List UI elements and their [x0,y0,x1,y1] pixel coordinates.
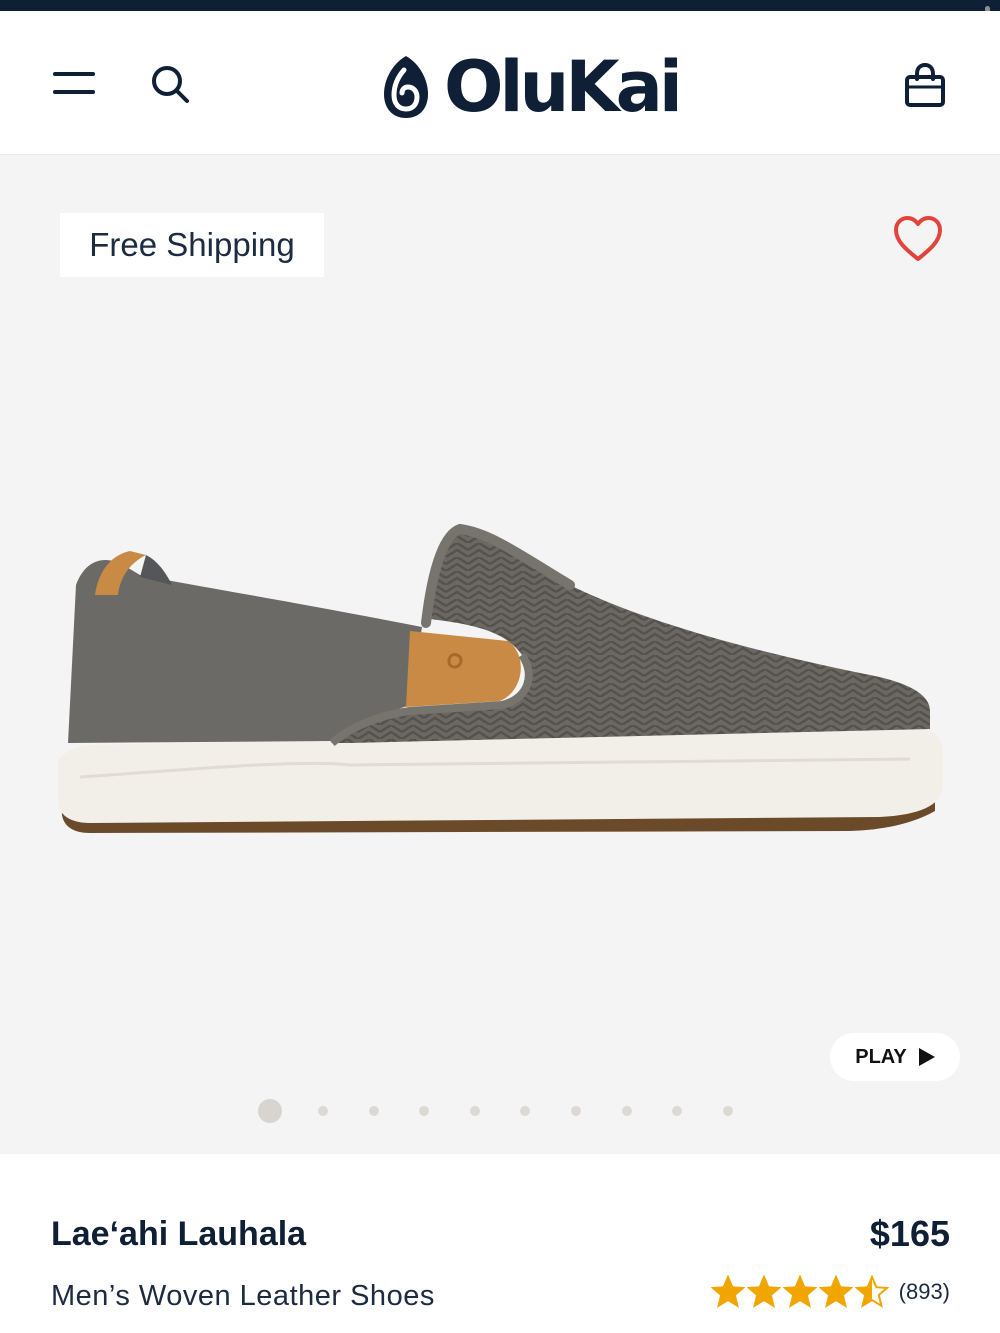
search-icon [152,66,189,103]
menu-button[interactable] [48,63,100,103]
play-label: PLAY [855,1045,907,1068]
product-name: Lae‘ahi Lauhala [51,1215,307,1253]
carousel-dot[interactable] [419,1106,430,1116]
product-info: Lae‘ahi Lauhala Men’s Woven Leather Shoe… [0,1155,1000,1333]
product-image-shoe [58,523,943,833]
carousel-dot[interactable] [469,1106,480,1116]
carousel-dot[interactable] [722,1106,733,1116]
hamburger-menu-icon [53,72,95,94]
star-full-icon [782,1275,817,1308]
carousel-dot[interactable] [520,1106,531,1116]
cart-button[interactable] [900,61,950,111]
product-subtitle: Men’s Woven Leather Shoes [51,1280,435,1312]
product-image-gallery[interactable]: Free Shipping PLAY [0,155,1000,1154]
carousel-dot[interactable] [368,1106,379,1116]
review-count: (893) [898,1279,950,1304]
star-half-icon [854,1275,889,1308]
carousel-dot[interactable] [672,1106,683,1116]
brand-name: OluKai [444,46,683,128]
carousel-pagination [258,1099,773,1123]
heart-icon [894,216,942,261]
carousel-dot[interactable] [570,1106,581,1116]
carousel-dot-active[interactable] [258,1099,282,1123]
brand-logo[interactable]: OluKai [380,46,683,128]
play-icon [918,1048,935,1066]
star-full-icon [746,1275,781,1308]
product-rating[interactable]: (893) [710,1275,950,1309]
shopping-bag-icon [905,63,945,107]
favorite-button[interactable] [890,213,946,265]
olukai-logo-mark-icon [384,56,428,118]
site-header: OluKai [0,11,1000,155]
search-button[interactable] [145,61,195,107]
product-price: $165 [869,1213,950,1254]
carousel-dot[interactable] [621,1106,632,1116]
rating-stars [710,1275,889,1309]
star-full-icon [818,1275,853,1308]
top-status-bar [0,0,1000,11]
play-video-button[interactable]: PLAY [830,1033,960,1081]
free-shipping-badge: Free Shipping [60,213,324,277]
star-full-icon [710,1275,745,1308]
carousel-dot[interactable] [318,1106,328,1116]
